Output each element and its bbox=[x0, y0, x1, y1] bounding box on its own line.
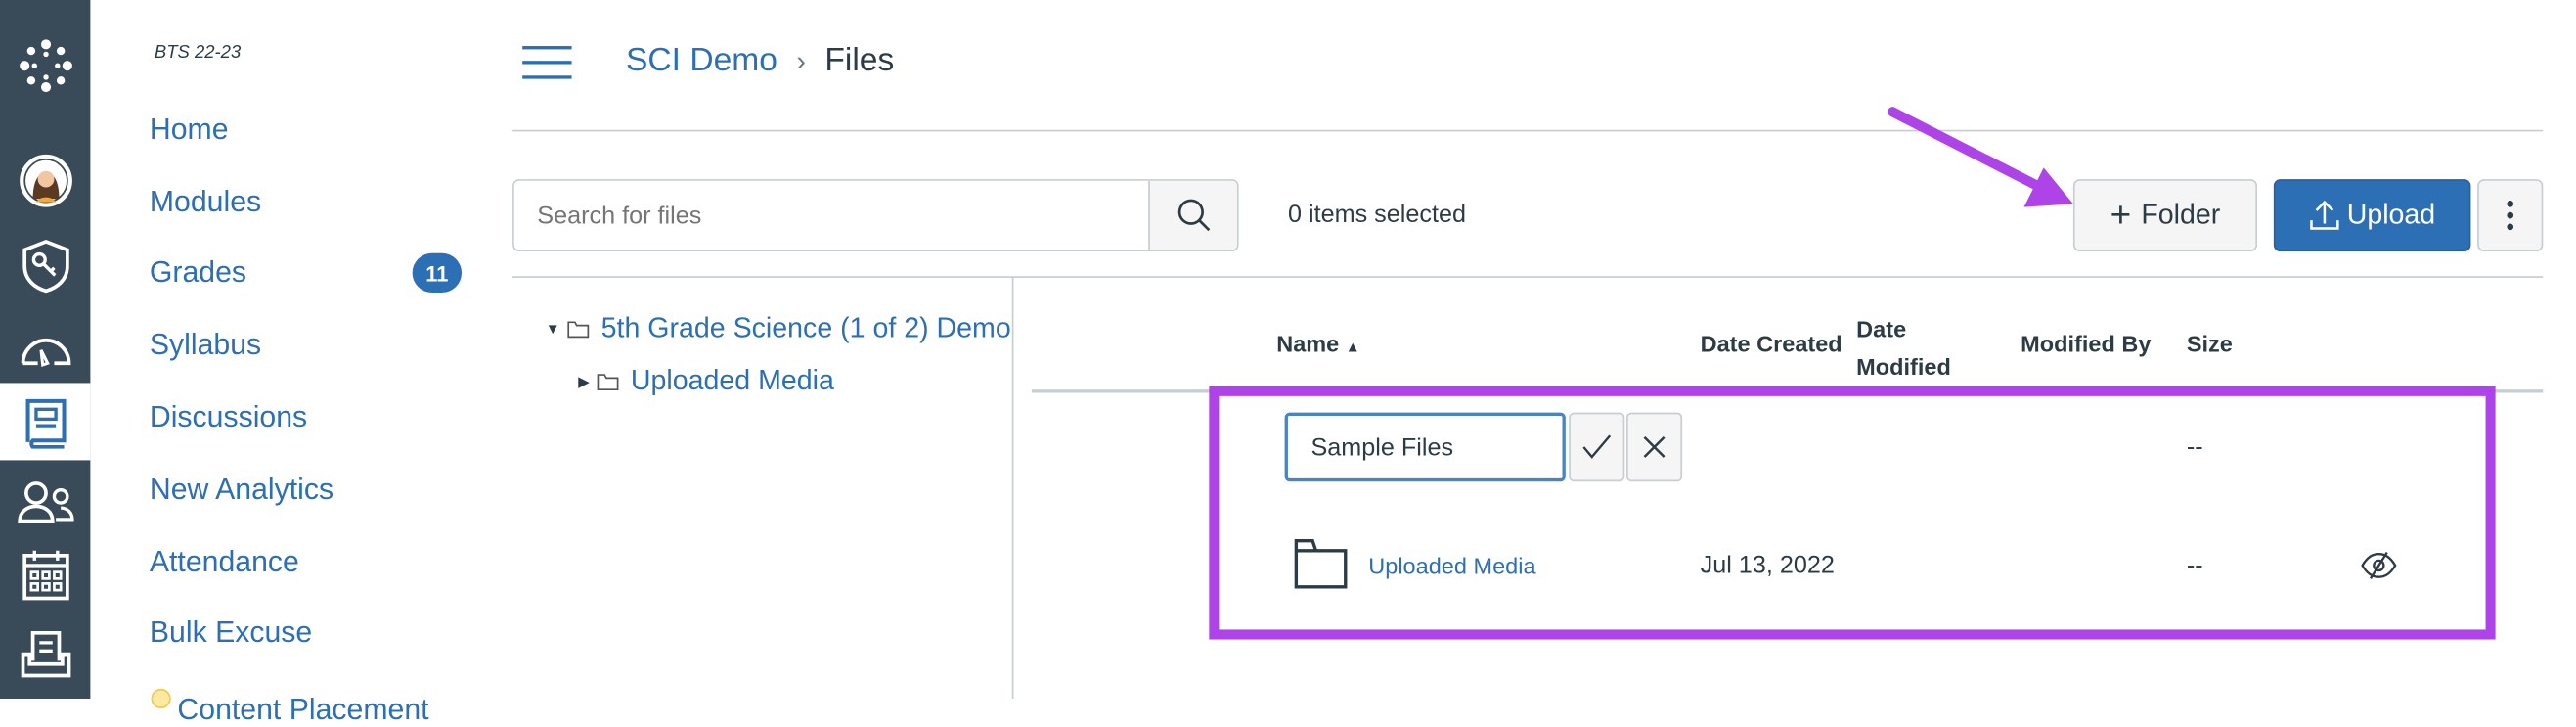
folder-icon bbox=[597, 374, 619, 390]
tree-divider bbox=[1011, 276, 1014, 699]
sort-ascending-icon: ▲ bbox=[1345, 339, 1360, 355]
column-modified-by[interactable]: Modified By bbox=[2021, 331, 2151, 357]
course-nav-home[interactable]: Home bbox=[150, 113, 229, 147]
course-term: BTS 22-23 bbox=[154, 42, 242, 63]
breadcrumb-course[interactable]: SCI Demo bbox=[626, 43, 777, 79]
admin-shield-key-icon[interactable] bbox=[0, 230, 90, 302]
search-icon bbox=[1177, 199, 1210, 232]
folder-tree: ▼ 5th Grade Science (1 of 2) Demo ▶ Uplo… bbox=[512, 280, 1012, 699]
inbox-icon[interactable] bbox=[0, 618, 90, 691]
account-avatar[interactable] bbox=[0, 145, 90, 217]
kebab-menu-icon bbox=[2507, 200, 2514, 231]
search-button[interactable] bbox=[1148, 180, 1237, 250]
annotation-arrow bbox=[1888, 107, 2073, 207]
dashboard-gauge-icon[interactable] bbox=[0, 312, 90, 385]
upload-button[interactable]: Upload bbox=[2273, 179, 2471, 252]
course-nav-grades[interactable]: Grades bbox=[150, 255, 246, 290]
more-options-button[interactable] bbox=[2477, 179, 2544, 252]
folder-icon bbox=[567, 321, 590, 339]
search-field bbox=[512, 179, 1239, 252]
course-nav-syllabus[interactable]: Syllabus bbox=[150, 328, 261, 362]
breadcrumb: SCI Demo › Files bbox=[626, 43, 894, 81]
breadcrumb-files: Files bbox=[824, 42, 895, 79]
toolbar-divider bbox=[512, 276, 2544, 278]
course-nav-attendance[interactable]: Attendance bbox=[150, 545, 299, 579]
search-input[interactable] bbox=[513, 180, 1149, 250]
course-nav-new-analytics[interactable]: New Analytics bbox=[150, 473, 333, 507]
caret-right-icon[interactable]: ▶ bbox=[578, 373, 590, 390]
grades-badge: 11 bbox=[412, 252, 463, 294]
calendar-icon[interactable] bbox=[0, 539, 90, 612]
tree-item-root[interactable]: ▼ 5th Grade Science (1 of 2) Demo bbox=[546, 312, 1011, 345]
global-nav bbox=[0, 0, 91, 699]
courses-book-icon[interactable] bbox=[0, 383, 91, 461]
column-date-created[interactable]: Date Created bbox=[1701, 331, 1843, 357]
canvas-logo-icon[interactable] bbox=[0, 29, 90, 102]
plus-icon: + bbox=[2110, 194, 2132, 236]
upload-icon bbox=[2309, 200, 2338, 230]
course-nav-discussions[interactable]: Discussions bbox=[150, 400, 307, 434]
caret-down-icon[interactable]: ▼ bbox=[546, 321, 560, 338]
hamburger-menu-button[interactable] bbox=[522, 46, 572, 79]
course-nav-content-placement[interactable]: Content Placement bbox=[177, 693, 428, 727]
groups-people-icon[interactable] bbox=[0, 465, 90, 537]
column-name[interactable]: Name ▲ bbox=[1276, 331, 1360, 357]
add-folder-button[interactable]: + Folder bbox=[2072, 179, 2258, 252]
breadcrumb-separator: › bbox=[796, 46, 806, 77]
column-size[interactable]: Size bbox=[2187, 331, 2233, 357]
annotation-highlight-box bbox=[1209, 386, 2496, 640]
column-date-modified[interactable]: Date Modified bbox=[1856, 311, 1951, 386]
header-divider bbox=[512, 129, 2544, 132]
course-nav-modules[interactable]: Modules bbox=[150, 185, 261, 219]
selection-status: 0 items selected bbox=[1287, 200, 1467, 229]
course-nav-bulk-excuse[interactable]: Bulk Excuse bbox=[150, 615, 312, 650]
tree-item-uploaded-media[interactable]: ▶ Uploaded Media bbox=[578, 365, 834, 398]
